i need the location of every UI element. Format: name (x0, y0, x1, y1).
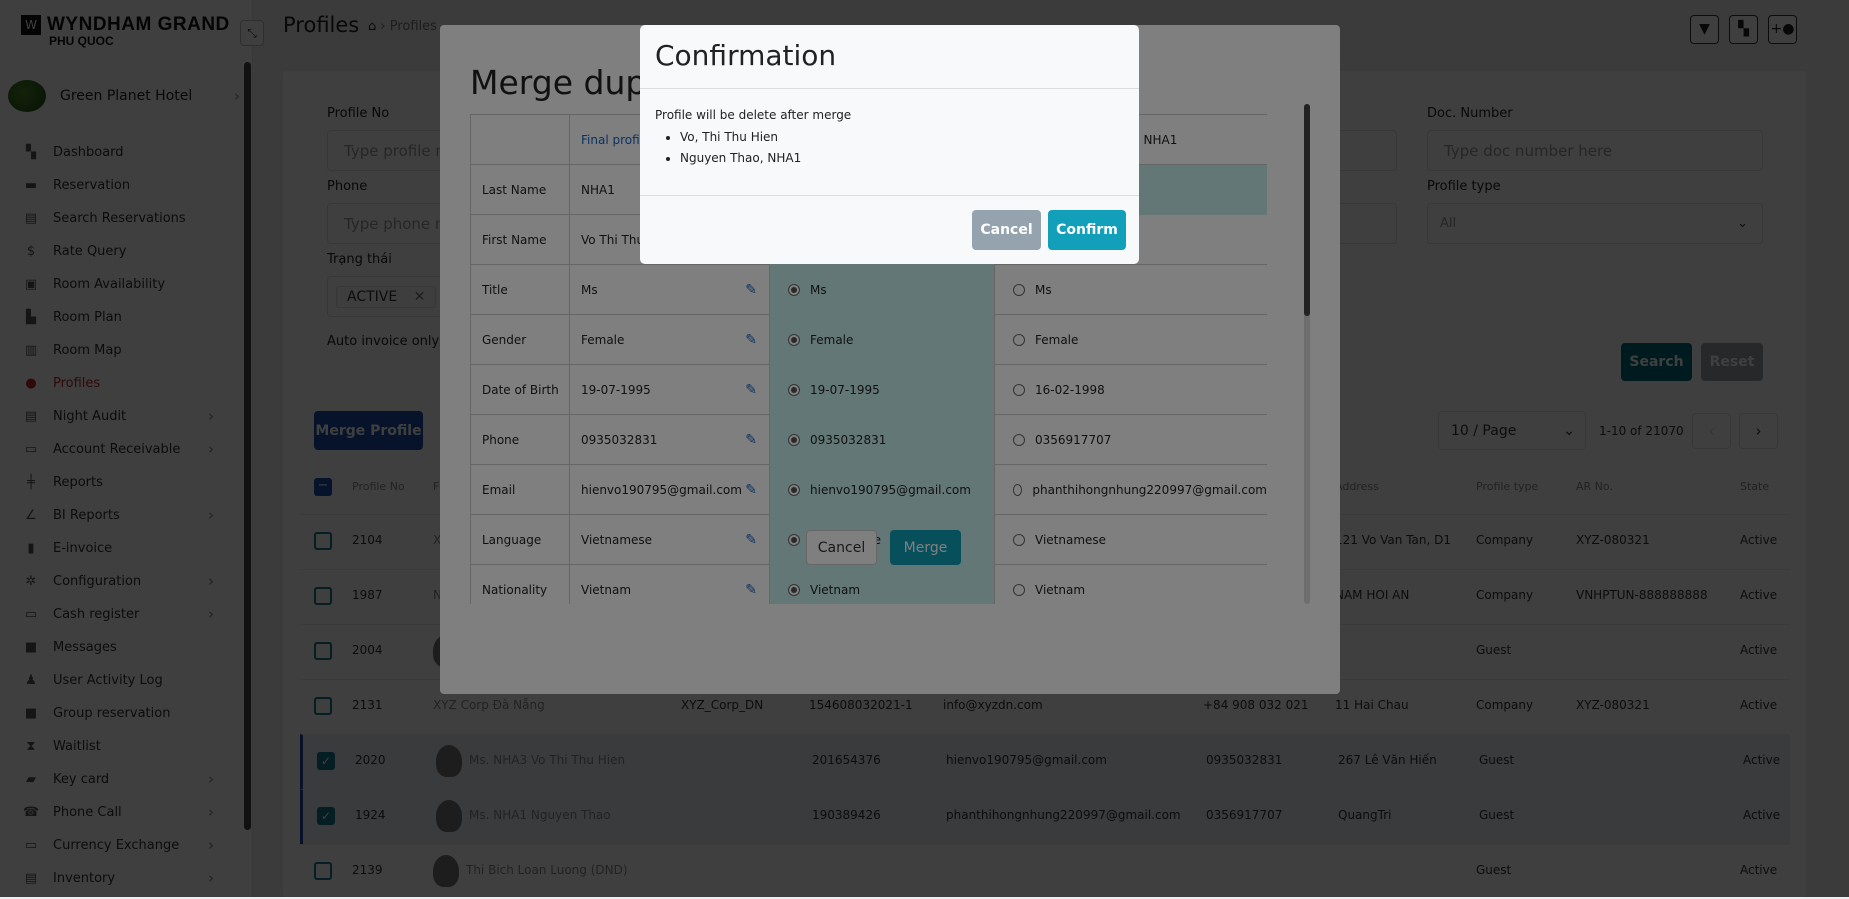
list-item: Vo, Thi Thu Hien (680, 127, 801, 148)
confirmation-title: Confirmation (655, 39, 837, 72)
confirm-button[interactable]: Confirm (1048, 210, 1126, 250)
deleted-profiles-list: Vo, Thi Thu Hien Nguyen Thao, NHA1 (680, 127, 801, 169)
confirmation-message: Profile will be delete after merge (655, 108, 852, 122)
divider (640, 195, 1139, 196)
confirmation-cancel-button[interactable]: Cancel (972, 210, 1041, 250)
list-item: Nguyen Thao, NHA1 (680, 148, 801, 169)
confirmation-dialog: Confirmation Profile will be delete afte… (640, 25, 1139, 264)
divider (640, 88, 1139, 89)
